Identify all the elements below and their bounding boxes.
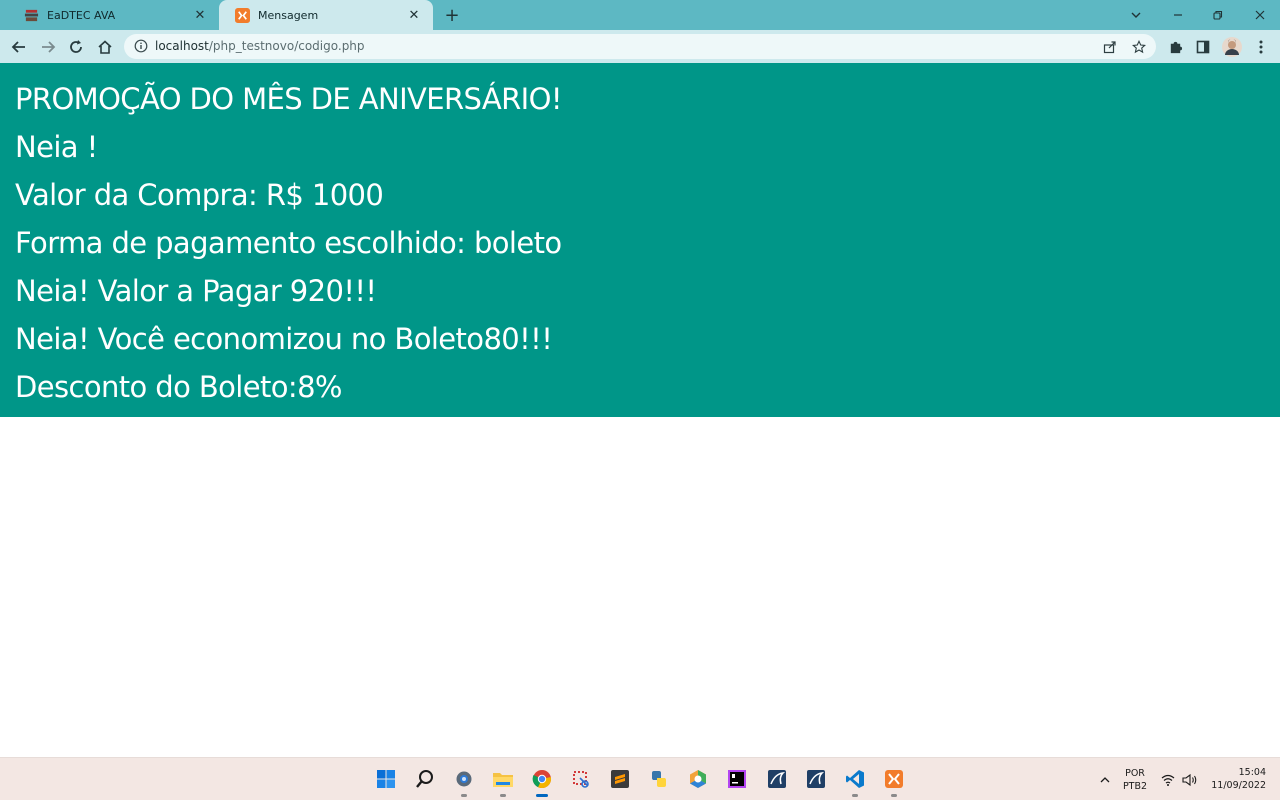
tab-title: Mensagem	[258, 8, 319, 22]
reload-icon	[70, 40, 82, 53]
avatar-icon	[1222, 37, 1242, 57]
mysql-workbench-icon[interactable]	[766, 768, 788, 790]
phpstorm-icon[interactable]	[726, 768, 748, 790]
bookmark-star-icon[interactable]	[1129, 37, 1149, 57]
search-icon[interactable]	[414, 768, 436, 790]
savings-line: Neia! Você economizou no Boleto80!!!	[15, 322, 553, 356]
share-icon[interactable]	[1100, 37, 1120, 57]
tab-strip: EaDTEC AVA ✕ Mensagem ✕ +	[0, 0, 1280, 30]
payment-method-line: Forma de pagamento escolhido: boleto	[15, 226, 562, 260]
reload-button[interactable]	[64, 35, 88, 59]
url-path: /php_testnovo/codigo.php	[208, 39, 365, 53]
close-window-button[interactable]	[1240, 0, 1280, 30]
url-text[interactable]: localhost/php_testnovo/codigo.php	[155, 34, 365, 59]
clock-date: 11/09/2022	[1211, 780, 1266, 791]
arrow-right-icon	[42, 41, 56, 53]
home-button[interactable]	[93, 35, 117, 59]
vertical-dots-icon	[1259, 40, 1263, 54]
vscode-icon[interactable]	[844, 768, 866, 797]
clock[interactable]: 15:04 11/09/2022	[1206, 766, 1266, 792]
amount-to-pay-line: Neia! Valor a Pagar 920!!!	[15, 274, 377, 308]
back-button[interactable]	[7, 35, 31, 59]
site-info-icon[interactable]	[134, 39, 148, 53]
close-tab-icon[interactable]: ✕	[191, 6, 209, 24]
windows-start-icon[interactable]	[375, 768, 397, 790]
input-language-indicator[interactable]: POR PTB2	[1120, 767, 1150, 793]
address-bar[interactable]: localhost/php_testnovo/codigo.php	[124, 34, 1156, 59]
promotion-heading: PROMOÇÃO DO MÊS DE ANIVERSÁRIO!	[15, 82, 562, 116]
side-panel-icon	[1196, 40, 1210, 54]
show-hidden-icons-chevron-up-icon[interactable]	[1095, 758, 1115, 801]
tab-title: EaDTEC AVA	[47, 8, 116, 22]
xampp-icon	[235, 7, 250, 23]
snipping-tool-icon[interactable]	[570, 768, 592, 790]
sublime-text-icon[interactable]	[609, 768, 631, 790]
customer-name-line: Neia !	[15, 130, 98, 164]
wifi-icon[interactable]	[1160, 758, 1176, 801]
home-icon	[98, 40, 112, 54]
python-icon[interactable]	[648, 768, 670, 790]
chrome-icon[interactable]	[531, 768, 553, 797]
puzzle-icon	[1170, 41, 1182, 53]
clock-time: 15:04	[1238, 767, 1266, 778]
side-panel-button[interactable]	[1191, 35, 1215, 59]
windows-taskbar: POR PTB2 15:04 11/09/2022	[0, 757, 1280, 800]
file-explorer-icon[interactable]	[492, 768, 514, 797]
close-tab-icon[interactable]: ✕	[405, 6, 423, 24]
profile-avatar[interactable]	[1220, 35, 1244, 59]
language-code: POR	[1125, 768, 1145, 779]
url-host: localhost	[155, 39, 209, 53]
tab-mensagem[interactable]: Mensagem ✕	[219, 0, 433, 30]
discount-line: Desconto do Boleto:8%	[15, 370, 342, 404]
tab-eadtec-ava[interactable]: EaDTEC AVA ✕	[8, 0, 219, 30]
app-hexagon-icon[interactable]	[687, 768, 709, 790]
tab-search-chevron-down-icon[interactable]	[1116, 0, 1156, 30]
mysql-workbench-icon[interactable]	[805, 768, 827, 790]
keyboard-layout: PTB2	[1122, 781, 1148, 792]
volume-icon[interactable]	[1181, 758, 1199, 801]
stack-books-icon	[24, 9, 39, 21]
browser-toolbar: localhost/php_testnovo/codigo.php	[0, 30, 1280, 63]
promotion-message-block: PROMOÇÃO DO MÊS DE ANIVERSÁRIO! Neia ! V…	[0, 63, 1280, 417]
restore-button[interactable]	[1198, 0, 1238, 30]
minimize-button[interactable]	[1158, 0, 1198, 30]
browser-menu-button[interactable]	[1249, 35, 1273, 59]
arrow-left-icon	[11, 41, 25, 53]
settings-icon[interactable]	[453, 768, 475, 797]
xampp-icon[interactable]	[883, 768, 905, 797]
forward-button[interactable]	[36, 35, 60, 59]
new-tab-button[interactable]: +	[442, 5, 462, 26]
extensions-button[interactable]	[1163, 35, 1187, 59]
purchase-value-line: Valor da Compra: R$ 1000	[15, 178, 384, 212]
